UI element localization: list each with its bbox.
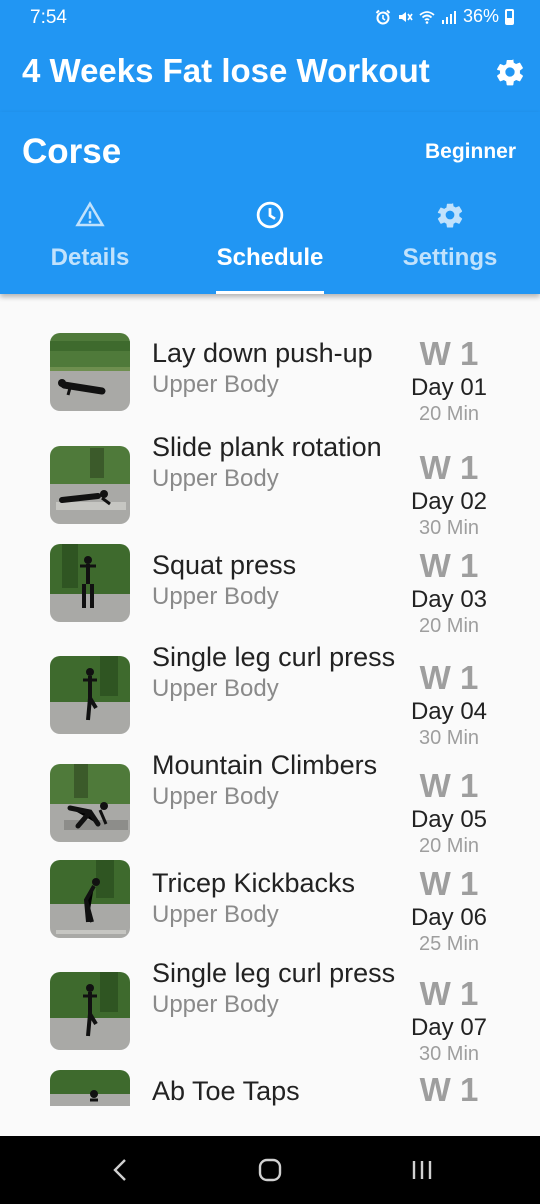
exercise-thumbnail bbox=[50, 656, 130, 734]
exercise-thumbnail bbox=[50, 333, 130, 411]
home-icon[interactable] bbox=[255, 1156, 285, 1184]
app-bar: 4 Weeks Fat lose Workout bbox=[0, 34, 540, 112]
duration-label: 30 Min bbox=[418, 727, 480, 749]
week-label: W 1 bbox=[419, 547, 479, 584]
week-label: W 1 bbox=[419, 865, 479, 902]
tab-schedule[interactable]: Schedule bbox=[180, 200, 360, 294]
duration-label: 20 Min bbox=[418, 835, 480, 857]
day-label: Day 05 bbox=[410, 806, 488, 833]
day-label: Day 07 bbox=[410, 1014, 488, 1041]
exercise-info: Mountain Climbers Upper Body bbox=[152, 748, 397, 812]
tab-schedule-label: Schedule bbox=[216, 244, 324, 271]
exercise-category: Upper Body bbox=[152, 675, 279, 702]
exercise-info: Single leg curl press Upper Body bbox=[152, 956, 397, 1020]
day-label: Day 06 bbox=[410, 904, 488, 931]
exercise-thumbnail bbox=[50, 764, 130, 842]
day-label: Day 01 bbox=[410, 374, 488, 401]
gear-icon[interactable] bbox=[494, 56, 526, 88]
exercise-name: Single leg curl press bbox=[152, 642, 396, 672]
exercise-name: Slide plank rotation bbox=[152, 432, 382, 462]
tab-settings-label: Settings bbox=[402, 244, 498, 271]
course-title: Corse bbox=[22, 132, 122, 171]
clock-icon bbox=[256, 201, 284, 229]
tab-settings[interactable]: Settings bbox=[360, 200, 540, 294]
week-label: W 1 bbox=[419, 449, 479, 486]
app-title: 4 Weeks Fat lose Workout bbox=[22, 52, 430, 89]
exercise-name: Tricep Kickbacks bbox=[152, 868, 356, 898]
exercise-info: Lay down push-up Upper Body bbox=[152, 336, 397, 400]
day-label: Day 02 bbox=[410, 488, 488, 515]
status-bar: 7:54 36% bbox=[0, 0, 540, 34]
wifi-icon bbox=[419, 10, 435, 24]
exercise-name: Ab Toe Taps bbox=[152, 1076, 300, 1106]
schedule-list[interactable]: Lay down push-up Upper Body W 1 Day 01 2… bbox=[0, 294, 540, 1136]
day-label: Day 04 bbox=[410, 698, 488, 725]
exercise-meta: W 1 Day 01 20 Min bbox=[400, 336, 498, 426]
exercise-meta: W 1 Day 04 30 Min bbox=[400, 660, 498, 750]
exercise-category: Upper Body bbox=[152, 371, 279, 398]
week-label: W 1 bbox=[419, 767, 479, 804]
duration-label: 25 Min bbox=[418, 933, 480, 955]
duration-label: 30 Min bbox=[418, 1043, 480, 1065]
exercise-thumbnail bbox=[50, 544, 130, 622]
exercise-category: Upper Body bbox=[152, 991, 279, 1018]
exercise-meta: W 1 Day 02 30 Min bbox=[400, 450, 498, 540]
exercise-name: Mountain Climbers bbox=[152, 750, 378, 780]
tab-indicator bbox=[216, 291, 324, 294]
exercise-info: Ab Toe Taps bbox=[152, 1074, 397, 1108]
exercise-thumbnail bbox=[50, 860, 130, 938]
exercise-thumbnail bbox=[50, 1070, 130, 1106]
week-label: W 1 bbox=[419, 659, 479, 696]
recents-icon[interactable] bbox=[407, 1156, 437, 1184]
exercise-thumbnail bbox=[50, 446, 130, 524]
warning-triangle-icon bbox=[75, 201, 105, 227]
exercise-meta: W 1 Day 06 25 Min bbox=[400, 866, 498, 956]
tab-details-label: Details bbox=[50, 244, 130, 271]
duration-label: 20 Min bbox=[418, 615, 480, 637]
battery-percent: 36% bbox=[462, 6, 499, 26]
day-label: Day 03 bbox=[410, 586, 488, 613]
battery-icon bbox=[505, 8, 514, 25]
exercise-category: Upper Body bbox=[152, 583, 279, 610]
exercise-info: Slide plank rotation Upper Body bbox=[152, 430, 397, 494]
exercise-info: Single leg curl press Upper Body bbox=[152, 640, 397, 704]
week-label: W 1 bbox=[419, 335, 479, 372]
exercise-category: Upper Body bbox=[152, 783, 279, 810]
exercise-name: Single leg curl press bbox=[152, 958, 396, 988]
exercise-info: Squat press Upper Body bbox=[152, 548, 397, 612]
system-nav-bar bbox=[0, 1136, 540, 1204]
exercise-thumbnail bbox=[50, 972, 130, 1050]
level-label: Beginner bbox=[424, 140, 516, 163]
gear-icon bbox=[437, 203, 463, 228]
mute-icon bbox=[398, 11, 413, 22]
alarm-icon bbox=[375, 9, 391, 24]
signal-icon bbox=[441, 10, 456, 24]
week-label: W 1 bbox=[419, 1071, 479, 1108]
week-label: W 1 bbox=[419, 975, 479, 1012]
exercise-category: Upper Body bbox=[152, 465, 279, 492]
duration-label: 30 Min bbox=[418, 517, 480, 539]
exercise-name: Squat press bbox=[152, 550, 297, 580]
exercise-meta: W 1 Day 03 20 Min bbox=[400, 548, 498, 638]
course-header: Corse Beginner Details Schedule Settings bbox=[0, 112, 540, 294]
tab-details[interactable]: Details bbox=[0, 200, 180, 294]
status-icons: 36% bbox=[375, 6, 514, 27]
exercise-meta: W 1 Day 07 30 Min bbox=[400, 976, 498, 1066]
duration-label: 20 Min bbox=[418, 403, 480, 425]
exercise-info: Tricep Kickbacks Upper Body bbox=[152, 866, 397, 930]
status-time: 7:54 bbox=[30, 7, 67, 28]
exercise-meta: W 1 Day 05 20 Min bbox=[400, 768, 498, 858]
exercise-category: Upper Body bbox=[152, 901, 279, 928]
back-icon[interactable] bbox=[106, 1156, 136, 1184]
exercise-name: Lay down push-up bbox=[152, 338, 373, 368]
exercise-meta: W 1 bbox=[400, 1072, 498, 1108]
